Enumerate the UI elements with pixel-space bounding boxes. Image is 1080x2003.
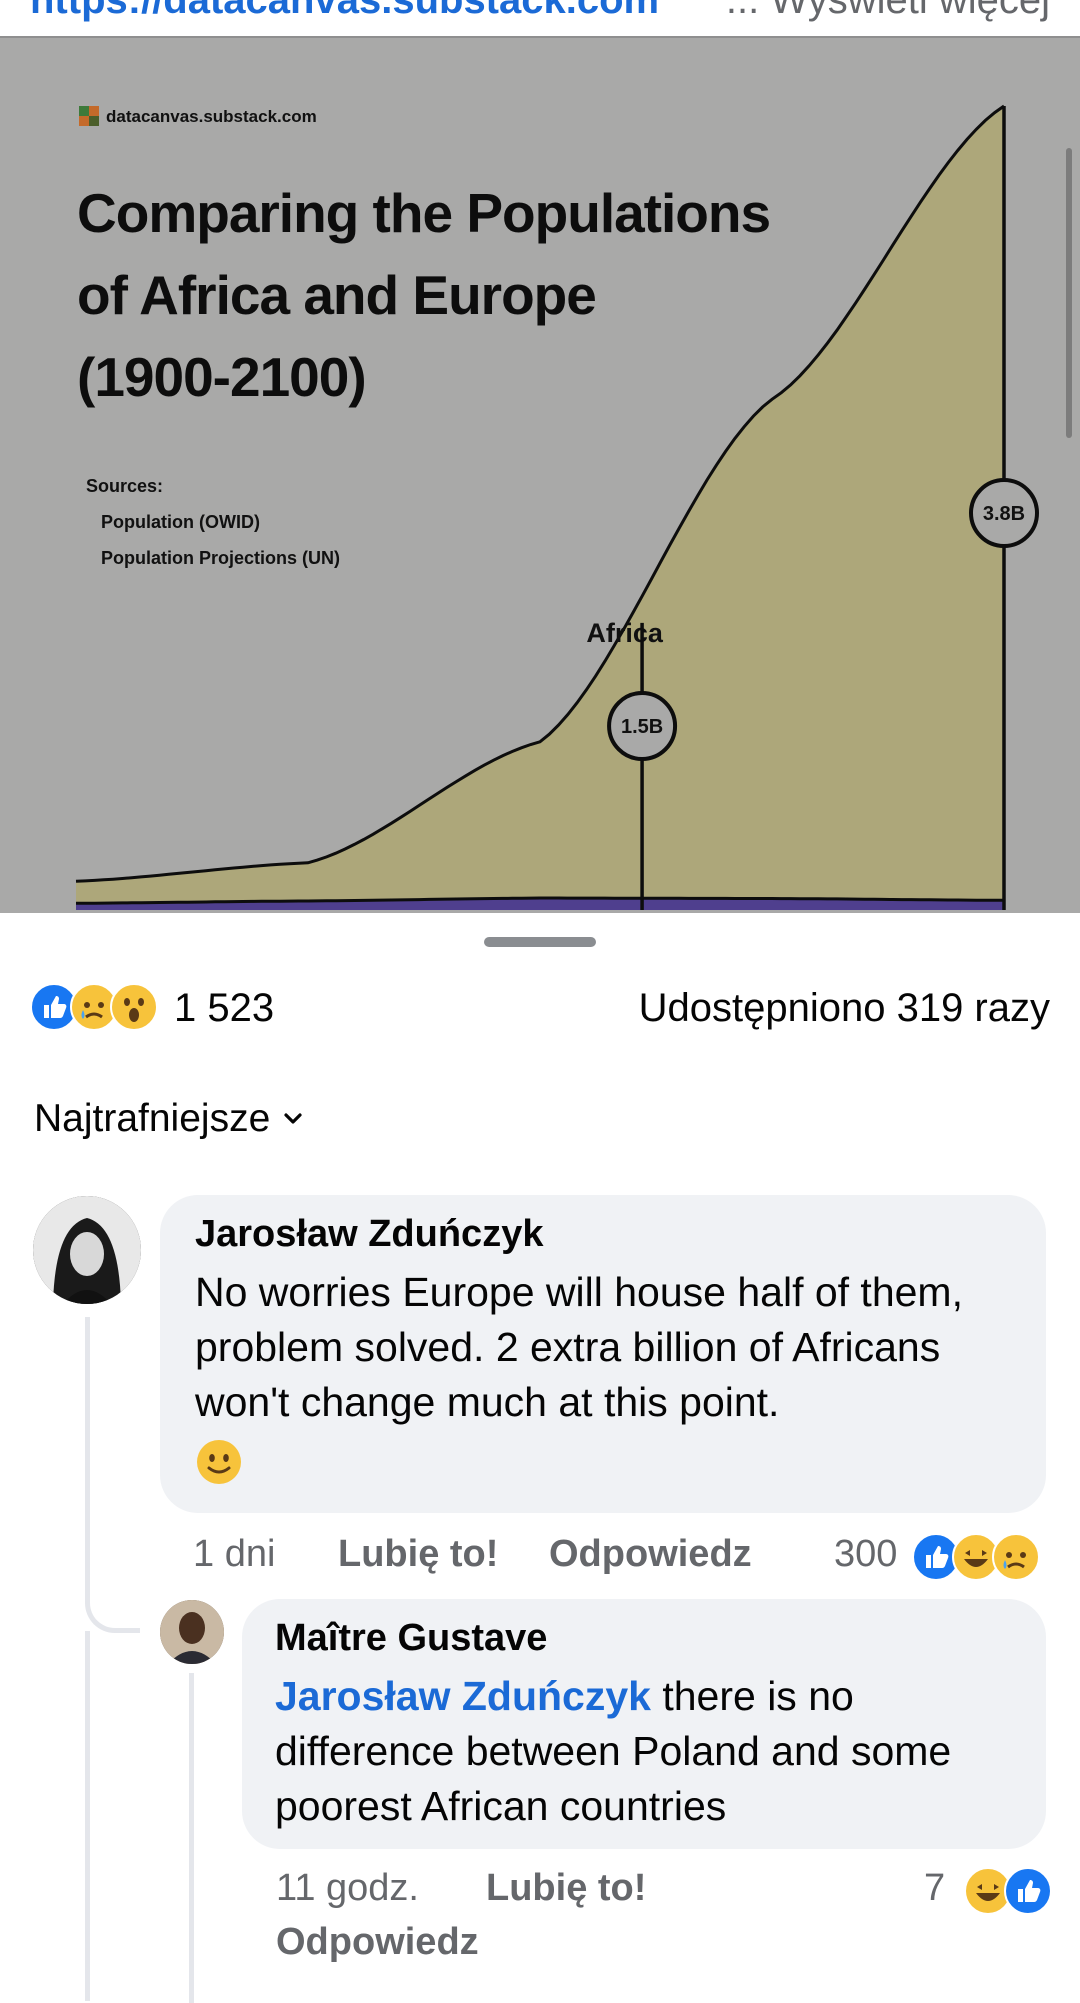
sad-icon bbox=[992, 1533, 1040, 1581]
thread-line bbox=[85, 1317, 90, 1587]
source-item: Population (OWID) bbox=[101, 512, 260, 532]
profile-photo bbox=[33, 1196, 141, 1304]
africa-series-label: Africa bbox=[586, 618, 664, 648]
comment-reaction-count[interactable]: 300 bbox=[834, 1533, 897, 1576]
slightly-smiling-face-icon bbox=[197, 1440, 241, 1485]
reactions-summary[interactable]: 1 523 Udostępniono 319 razy bbox=[30, 968, 1050, 1038]
chart-title-line-1: Comparing the Populations bbox=[77, 182, 770, 244]
source-item: Population Projections (UN) bbox=[101, 548, 340, 568]
population-chart: datacanvas.substack.com Comparing the Po… bbox=[75, 104, 1039, 910]
comment-reply-button[interactable]: Odpowiedz bbox=[549, 1533, 752, 1576]
reaction-icons bbox=[30, 983, 170, 1031]
comment-reaction-count[interactable]: 7 bbox=[924, 1867, 945, 1910]
value-label: 1.5B bbox=[621, 716, 663, 738]
comment-text: No worries Europe will house half of the… bbox=[195, 1265, 1025, 1486]
comment-text: Jarosław Zduńczyk there is no difference… bbox=[275, 1669, 1025, 1834]
comment-like-button[interactable]: Lubię to! bbox=[486, 1867, 646, 1910]
comments-sheet: 1 523 Udostępniono 319 razy Najtrafniejs… bbox=[0, 913, 1080, 2003]
comment-reply-button[interactable]: Odpowiedz bbox=[276, 1921, 479, 1964]
sort-label: Najtrafniejsze bbox=[34, 1097, 271, 1140]
comment-body: No worries Europe will house half of the… bbox=[195, 1269, 963, 1425]
chart-title-line-2: of Africa and Europe bbox=[77, 264, 596, 326]
image-scrollbar[interactable] bbox=[1066, 148, 1072, 438]
chart-source-domain: datacanvas.substack.com bbox=[106, 107, 317, 126]
comment-sort-dropdown[interactable]: Najtrafniejsze bbox=[34, 1091, 304, 1147]
avatar[interactable] bbox=[160, 1600, 224, 1664]
comment-like-button[interactable]: Lubię to! bbox=[338, 1533, 498, 1576]
chevron-down-icon bbox=[284, 1113, 302, 1124]
post-image[interactable]: https://datacanvas.substack.com ... Wyśw… bbox=[0, 0, 1080, 913]
value-label: 3.8B bbox=[983, 503, 1025, 525]
reply-bubble[interactable]: Maître Gustave Jarosław Zduńczyk there i… bbox=[242, 1599, 1046, 1849]
mention-link[interactable]: Jarosław Zduńczyk bbox=[275, 1673, 651, 1719]
comment-time: 1 dni bbox=[193, 1533, 276, 1575]
comment-reaction-icons[interactable] bbox=[912, 1533, 1052, 1583]
wow-icon bbox=[110, 983, 158, 1031]
comment-author[interactable]: Maître Gustave bbox=[275, 1617, 547, 1660]
comment-author[interactable]: Jarosław Zduńczyk bbox=[195, 1213, 543, 1256]
sheet-drag-handle[interactable] bbox=[484, 937, 596, 947]
like-icon bbox=[1004, 1867, 1052, 1915]
chart-title-line-3: (1900-2100) bbox=[77, 346, 366, 408]
thread-connector bbox=[85, 1573, 140, 1633]
share-count[interactable]: Udostępniono 319 razy bbox=[639, 986, 1050, 1031]
comment-reaction-icons[interactable] bbox=[964, 1867, 1064, 1917]
comment-bubble[interactable]: Jarosław Zduńczyk No worries Europe will… bbox=[160, 1195, 1046, 1513]
comment-time: 11 godz. bbox=[276, 1867, 419, 1909]
sources-heading: Sources: bbox=[86, 476, 163, 496]
profile-photo bbox=[160, 1600, 224, 1664]
thread-line bbox=[85, 1631, 90, 2001]
reaction-count[interactable]: 1 523 bbox=[174, 986, 274, 1031]
thread-line bbox=[189, 1673, 194, 2003]
substack-logo-icon bbox=[79, 106, 99, 126]
avatar[interactable] bbox=[33, 1196, 141, 1304]
